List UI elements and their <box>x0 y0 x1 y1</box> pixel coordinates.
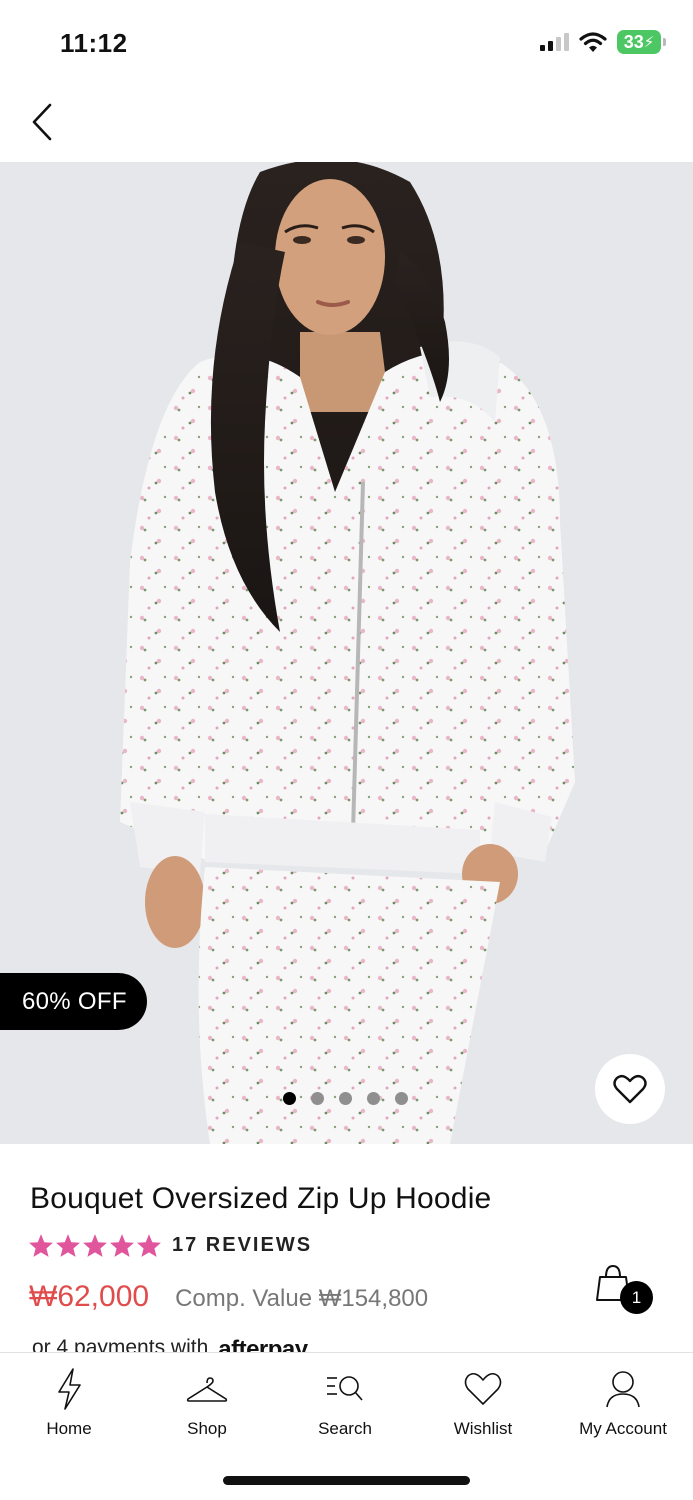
tab-label: Wishlist <box>453 1419 513 1438</box>
signal-icon <box>540 33 569 51</box>
star-rating <box>28 1233 162 1258</box>
tab-label: Search <box>318 1419 372 1438</box>
sale-price: ₩62,000 <box>29 1280 150 1313</box>
battery-indicator: 33 ⚡ <box>617 30 666 54</box>
rating-row[interactable]: 17 REVIEWS <box>28 1233 312 1258</box>
pagination-dot[interactable] <box>283 1092 296 1105</box>
nav-bar <box>0 88 693 162</box>
tab-label: Home <box>46 1419 92 1438</box>
cart-count-badge: 1 <box>620 1281 653 1314</box>
tab-label: Shop <box>187 1419 227 1438</box>
lightning-icon <box>58 1368 81 1410</box>
pagination-dot[interactable] <box>367 1092 380 1105</box>
product-image-gallery[interactable]: 60% OFF <box>0 162 693 1144</box>
status-time: 11:12 <box>60 28 128 58</box>
add-to-wishlist-button[interactable] <box>595 1054 665 1124</box>
back-button[interactable] <box>22 100 62 144</box>
gallery-pagination <box>283 1092 408 1105</box>
tab-wishlist[interactable]: Wishlist <box>414 1367 552 1439</box>
star-icon <box>137 1234 161 1257</box>
heart-icon <box>464 1372 502 1405</box>
reviews-link[interactable]: 17 REVIEWS <box>172 1234 312 1257</box>
price-row: ₩62,000 Comp. Value ₩154,800 <box>29 1280 428 1314</box>
status-bar: 11:12 33 ⚡ <box>0 0 693 88</box>
wifi-icon <box>579 32 607 52</box>
star-icon <box>56 1234 80 1257</box>
tab-home[interactable]: Home <box>0 1367 138 1439</box>
cart-button[interactable]: 1 <box>596 1263 658 1317</box>
star-icon <box>110 1234 134 1257</box>
hanger-icon <box>186 1377 228 1402</box>
star-icon <box>29 1234 53 1257</box>
pagination-dot[interactable] <box>339 1092 352 1105</box>
pagination-dot[interactable] <box>395 1092 408 1105</box>
heart-icon <box>613 1074 647 1104</box>
tab-my-account[interactable]: My Account <box>554 1367 692 1439</box>
chevron-left-icon <box>32 103 52 141</box>
status-icons: 33 ⚡ <box>539 30 666 54</box>
home-indicator <box>223 1476 470 1485</box>
battery-level: 33 <box>623 31 644 52</box>
product-title: Bouquet Oversized Zip Up Hoodie <box>30 1182 492 1215</box>
tab-shop[interactable]: Shop <box>138 1367 276 1439</box>
pagination-dot[interactable] <box>311 1092 324 1105</box>
user-icon <box>606 1371 640 1408</box>
tab-label: My Account <box>579 1419 667 1438</box>
tab-search[interactable]: Search <box>276 1367 414 1439</box>
star-icon <box>83 1234 107 1257</box>
discount-badge: 60% OFF <box>0 973 147 1030</box>
discount-label: 60% OFF <box>22 987 127 1015</box>
search-list-icon <box>327 1376 363 1401</box>
comp-value: Comp. Value ₩154,800 <box>175 1285 429 1312</box>
